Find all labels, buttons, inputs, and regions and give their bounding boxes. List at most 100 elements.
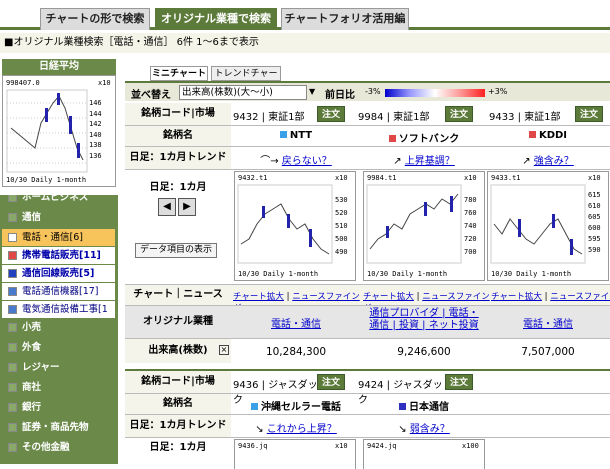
- daily-label: 日足：1カ月: [125, 438, 231, 464]
- tab-chartfolio-guide[interactable]: チャートフォリオ活用編: [281, 8, 409, 30]
- chart-symbol: 9984.t1: [367, 174, 397, 182]
- stock-name-kddi[interactable]: KDDI: [487, 130, 609, 141]
- data-items-button[interactable]: データ項目の表示: [135, 243, 217, 258]
- menu-item[interactable]: 証券・商品先物: [2, 419, 115, 436]
- menu-square-icon: [8, 423, 17, 432]
- stock-name-okinawa[interactable]: 沖縄セルラー電話: [235, 398, 357, 413]
- stock-name-nihon-tsushin[interactable]: 日本通信: [363, 398, 485, 413]
- menu-item[interactable]: 電話・通信[6]: [2, 229, 115, 246]
- tab-trend-chart[interactable]: トレンドチャート: [211, 66, 281, 93]
- menu-item[interactable]: 通信回線販売[5]: [2, 265, 115, 282]
- nikkei-mini-chart[interactable]: 998407.0 x10 146 144 142 140 138 136 10/30 Da…: [2, 75, 116, 187]
- tab-chart-shape-search[interactable]: チャートの形で検索: [40, 8, 150, 30]
- chart-footer: 10/30 Daily 1-month: [367, 270, 448, 278]
- menu-item[interactable]: 銀行: [2, 399, 115, 416]
- menu-item-label: 携帯電話販売[11]: [22, 250, 101, 261]
- result-summary: ■オリジナル業種検索［電話・通信］ 6件 1〜6まで表示: [0, 33, 610, 53]
- menu-item-label: 外食: [22, 342, 42, 353]
- menu-item[interactable]: 電気通信設備工事[1: [2, 301, 115, 318]
- chart-expand-link[interactable]: チャート拡大: [233, 292, 284, 302]
- chart-symbol: 9432.t1: [238, 174, 268, 182]
- row-charts-2: 日足：1カ月 9436.jq x10 9424.jq x100: [125, 438, 610, 469]
- order-button-9436[interactable]: 注文: [317, 374, 345, 390]
- order-button-9432[interactable]: 注文: [317, 106, 345, 122]
- main-content: ミニチャート トレンドチャート 並べ替え 出来高(株数)(大〜小) ▼ 前日比 …: [125, 55, 610, 469]
- chart-expand-link[interactable]: チャート拡大: [491, 292, 542, 302]
- menu-item-label: 小売: [22, 322, 42, 333]
- chart-ntt[interactable]: 9432.t1 x10 530 520 510 500 490 10/30 Daily …: [234, 171, 356, 281]
- name-label: 銘柄名: [125, 126, 231, 146]
- stock-name-softbank[interactable]: ソフトバンク: [363, 130, 485, 145]
- menu-item[interactable]: 電話通信機器[17]: [2, 283, 115, 300]
- tab-original-industry-search[interactable]: オリジナル業種で検索: [155, 8, 277, 30]
- chart-expand-link[interactable]: チャート拡大: [363, 292, 414, 302]
- trend-arrow-icon: ↘: [255, 424, 267, 435]
- industry-label: オリジナル業種: [125, 306, 231, 338]
- chart-okinawa[interactable]: 9436.jq x10: [234, 439, 356, 469]
- order-button-9433[interactable]: 注文: [575, 106, 603, 122]
- menu-item[interactable]: レジャー: [2, 359, 115, 376]
- trend-nihon-tsushin[interactable]: ↘ 弱含み？: [363, 420, 485, 435]
- chart-softbank[interactable]: 9984.t1 x10 780 760 740 720 700 10/30 Daily …: [363, 171, 485, 281]
- prev-arrow-button[interactable]: ◀: [158, 198, 176, 216]
- menu-item-label: 商社: [22, 382, 42, 393]
- order-button-9984[interactable]: 注文: [445, 106, 473, 122]
- menu-item-label: ホームビジネス: [22, 195, 89, 203]
- menu-item[interactable]: その他金融: [2, 439, 115, 456]
- volume-close-icon[interactable]: ×: [219, 345, 229, 355]
- menu-square-icon: [8, 195, 17, 202]
- menu-item[interactable]: 小売: [2, 319, 115, 336]
- trend-arrow-icon: ↗: [393, 156, 405, 167]
- chevron-down-icon[interactable]: ▼: [309, 87, 315, 96]
- color-scale: [385, 89, 485, 97]
- next-arrow-button[interactable]: ▶: [178, 198, 196, 216]
- chart-unit: x100: [462, 442, 479, 450]
- menu-item-label: 通信回線販売[5]: [22, 268, 95, 279]
- menu-square-icon: [8, 233, 17, 242]
- trend-label: 日足：1カ月トレンド: [125, 147, 231, 169]
- menu-square-icon: [8, 269, 17, 278]
- menu-item[interactable]: 商社: [2, 379, 115, 396]
- prev-day-label: 前日比: [325, 90, 355, 101]
- trend-kddi[interactable]: ↗ 強含み？: [487, 152, 609, 167]
- industry-ntt[interactable]: 電話・通信: [235, 315, 357, 330]
- pos-label: +3%: [488, 87, 508, 96]
- row-name-2: 銘柄名 沖縄セルラー電話 日本通信: [125, 394, 610, 414]
- trend-ntt[interactable]: ⌒→ 戻らない？: [235, 152, 357, 167]
- menu-item[interactable]: 携帯電話販売[11]: [2, 247, 115, 264]
- volume-softbank: 9,246,600: [397, 346, 451, 358]
- sort-select[interactable]: 出来高(株数)(大〜小): [179, 85, 307, 100]
- stock-name-ntt[interactable]: NTT: [235, 130, 357, 141]
- industry-softbank[interactable]: 通信プロバイダ | 電話・通信 | 投資 | ネット投資: [365, 308, 483, 332]
- trend-softbank[interactable]: ↗ 上昇基調？: [363, 152, 485, 167]
- chart-unit: x10: [464, 174, 477, 182]
- neg-label: -3%: [365, 87, 381, 96]
- menu-item[interactable]: 外食: [2, 339, 115, 356]
- chart-kddi[interactable]: 9433.t1 x10 615 610 605 600 595 590 10/30 Dai…: [487, 171, 609, 281]
- menu-item-label: 電気通信設備工事[1: [22, 304, 108, 315]
- chart-footer: 10/30 Daily 1-month: [238, 270, 319, 278]
- news-finder-link[interactable]: ニュースファインダー: [550, 292, 610, 302]
- code-label: 銘柄コード|市場: [125, 103, 231, 125]
- volume-label: 出来高(株数): [125, 339, 231, 363]
- order-button-9424[interactable]: 注文: [445, 374, 473, 390]
- chart-nihon-tsushin[interactable]: 9424.jq x100: [363, 439, 485, 469]
- trend-okinawa[interactable]: ↘ これから上昇？: [235, 420, 357, 435]
- row-volume: 出来高(株数) × 10,284,300 9,246,600 7,507,000: [125, 339, 610, 363]
- menu-item[interactable]: 通信: [2, 209, 115, 226]
- menu-item[interactable]: ホームビジネス: [2, 195, 115, 206]
- nikkei-footer: 10/30 Daily 1-month: [6, 176, 87, 184]
- menu-item-label: その他金融: [22, 442, 70, 453]
- code-9433: 9433 | 東証1部: [489, 112, 561, 123]
- row-charts: 日足：1カ月 ◀ ▶ データ項目の表示 9432.t1 x10 530 520 51…: [125, 170, 610, 282]
- tab-mini-chart[interactable]: ミニチャート: [150, 66, 208, 81]
- menu-item-label: 電話通信機器[17]: [22, 286, 99, 297]
- industry-kddi[interactable]: 電話・通信: [487, 315, 609, 330]
- volume-ntt: 10,284,300: [265, 346, 327, 358]
- row-name: 銘柄名 NTT ソフトバンク KDDI: [125, 126, 610, 146]
- name-label: 銘柄名: [125, 394, 231, 414]
- row-code-2: 銘柄コード|市場 9436 | ジャスダック 注文 9424 | ジャスダック …: [125, 371, 610, 406]
- menu-square-icon: [8, 287, 17, 296]
- menu-item-label: 銀行: [22, 402, 42, 413]
- code-9432: 9432 | 東証1部: [233, 112, 305, 123]
